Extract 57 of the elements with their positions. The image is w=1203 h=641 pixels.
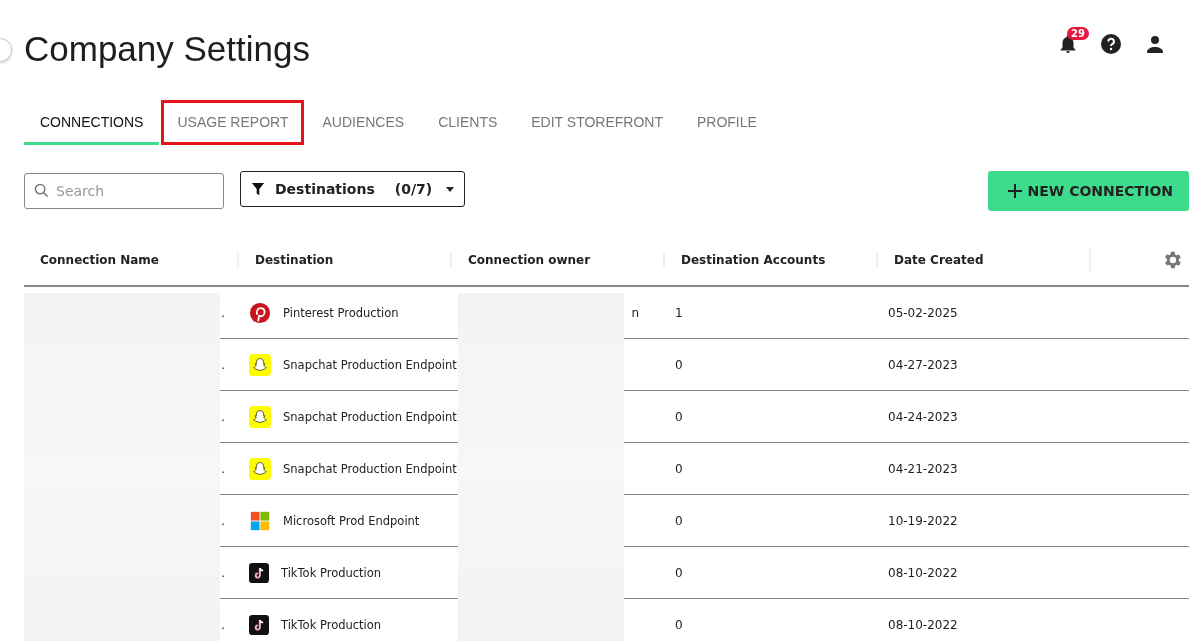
table-cell: 04-27-2023 — [888, 357, 958, 372]
table-cell: Microsoft Prod Endpoint — [283, 513, 420, 528]
ghost-logo-icon — [249, 457, 271, 480]
table-cell: 08-10-2022 — [888, 617, 958, 632]
table-cell: 04-24-2023 — [888, 409, 958, 424]
table-cell: Snapchat Production Endpoint — [283, 409, 457, 424]
table-cell: 0 — [675, 409, 683, 424]
tab[interactable]: CONNECTIONS — [24, 100, 160, 145]
table-cell: 04-21-2023 — [888, 461, 958, 476]
table-cell: 0 — [675, 357, 683, 372]
table-cell: 0 — [675, 565, 683, 580]
table-cell: n — [631, 305, 639, 320]
table-cell: .. — [217, 617, 225, 632]
ghost-logo-icon — [249, 405, 271, 428]
table-cell: .. — [217, 513, 225, 528]
table-cell: 08-10-2022 — [888, 565, 958, 580]
ghost-logo-icon — [249, 353, 271, 376]
table-cell: .. — [217, 565, 225, 580]
table-cell: TikTok Production — [281, 617, 382, 632]
table-cell: 0 — [675, 461, 683, 476]
caret-icon — [446, 186, 455, 192]
table-cell: Pinterest Production — [283, 305, 399, 320]
table-cell: Snapchat Production Endpoint — [283, 461, 457, 476]
tab[interactable]: CLIENTS — [422, 100, 514, 145]
column-header: Connection Name — [40, 253, 159, 267]
tab[interactable]: AUDIENCES — [306, 100, 421, 145]
page-title: Company Settings — [24, 28, 310, 70]
search-field[interactable]: Search — [24, 173, 224, 209]
pinterest-logo-icon — [249, 301, 271, 324]
table-cell: . — [221, 305, 225, 320]
table-cell: . — [221, 357, 225, 372]
new-connection-button[interactable]: NEW CONNECTION — [987, 171, 1189, 211]
table-cell: . — [221, 409, 225, 424]
table-cell: 10-19-2022 — [888, 513, 958, 528]
table-cell: 1 — [675, 305, 683, 320]
column-header: Destination Accounts — [681, 253, 826, 267]
column-header: Destination — [255, 253, 334, 267]
music-note-logo-icon — [249, 562, 269, 583]
plus-icon — [1007, 184, 1022, 198]
notification-badge: 29 — [1067, 27, 1089, 40]
filter-icon — [251, 182, 265, 196]
table-cell: . — [221, 461, 225, 476]
tab[interactable]: EDIT STOREFRONT — [515, 100, 679, 145]
table-cell: TikTok Production — [281, 565, 382, 580]
column-header: Connection owner — [468, 253, 591, 267]
four-squares-logo-icon — [249, 509, 271, 532]
table-cell: Snapchat Production Endpoint — [283, 357, 457, 372]
table-cell: 0 — [675, 513, 683, 528]
tab[interactable]: USAGE REPORT — [161, 100, 305, 145]
tab[interactable]: PROFILE — [681, 100, 773, 145]
destinations-filter[interactable]: Destinations (0/7) — [240, 171, 466, 207]
table-cell: 05-02-2025 — [888, 305, 958, 320]
table-cell: 0 — [675, 617, 683, 632]
column-header: Date Created — [894, 253, 984, 267]
search-icon — [34, 183, 49, 198]
help-icon[interactable] — [1099, 32, 1123, 56]
music-note-logo-icon — [249, 614, 269, 635]
